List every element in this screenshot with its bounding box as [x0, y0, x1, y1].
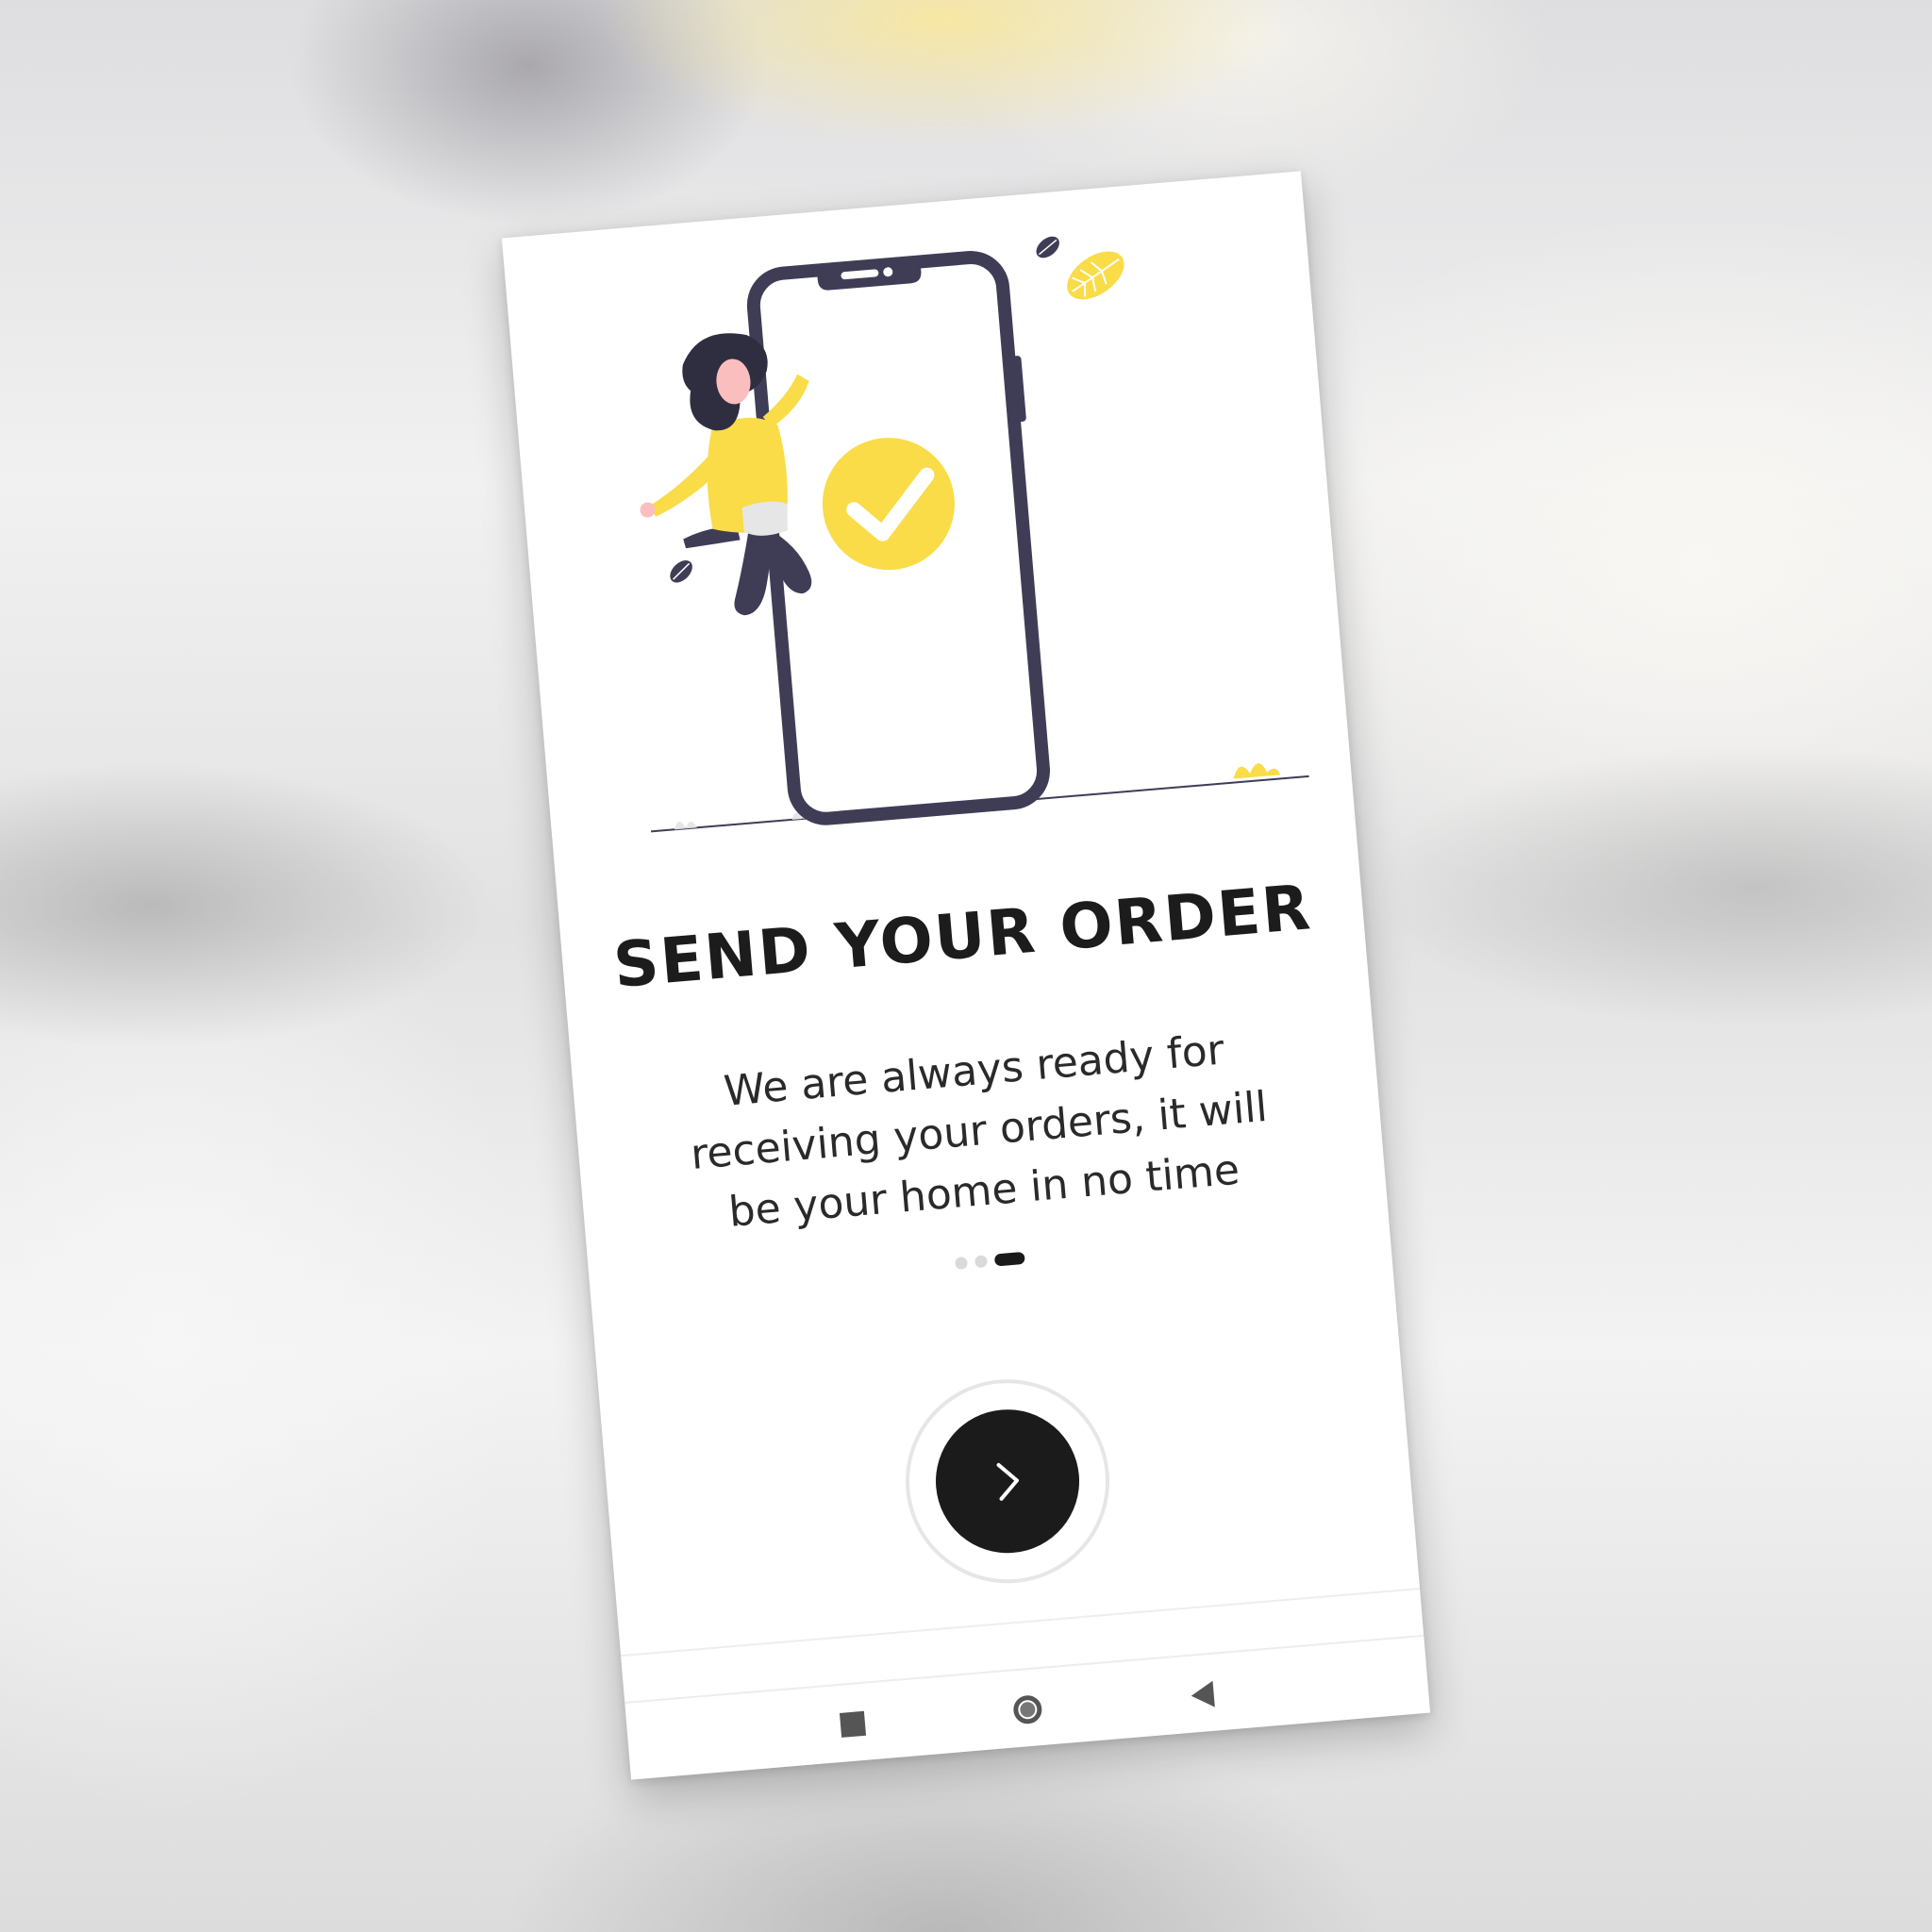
home-button[interactable]: [1008, 1689, 1048, 1729]
square-icon: [839, 1710, 867, 1738]
circle-icon: [1012, 1693, 1043, 1724]
recents-button[interactable]: [832, 1704, 873, 1744]
page-description: We are always ready for receiving your o…: [689, 1025, 1270, 1237]
page-dot-3-active[interactable]: [993, 1251, 1025, 1267]
page-dot-1[interactable]: [954, 1256, 969, 1271]
triangle-back-icon: [1190, 1680, 1215, 1709]
back-button[interactable]: [1182, 1674, 1223, 1715]
next-button-ring: [897, 1371, 1118, 1591]
page-dot-2[interactable]: [974, 1255, 988, 1269]
next-button[interactable]: [929, 1404, 1086, 1559]
onboarding-illustration: [640, 236, 1309, 833]
phone-screen: SEND YOUR ORDER We are always ready for …: [501, 171, 1431, 1780]
chevron-right-icon: [996, 1462, 1019, 1501]
page-title: SEND YOUR ORDER: [610, 871, 1315, 1003]
